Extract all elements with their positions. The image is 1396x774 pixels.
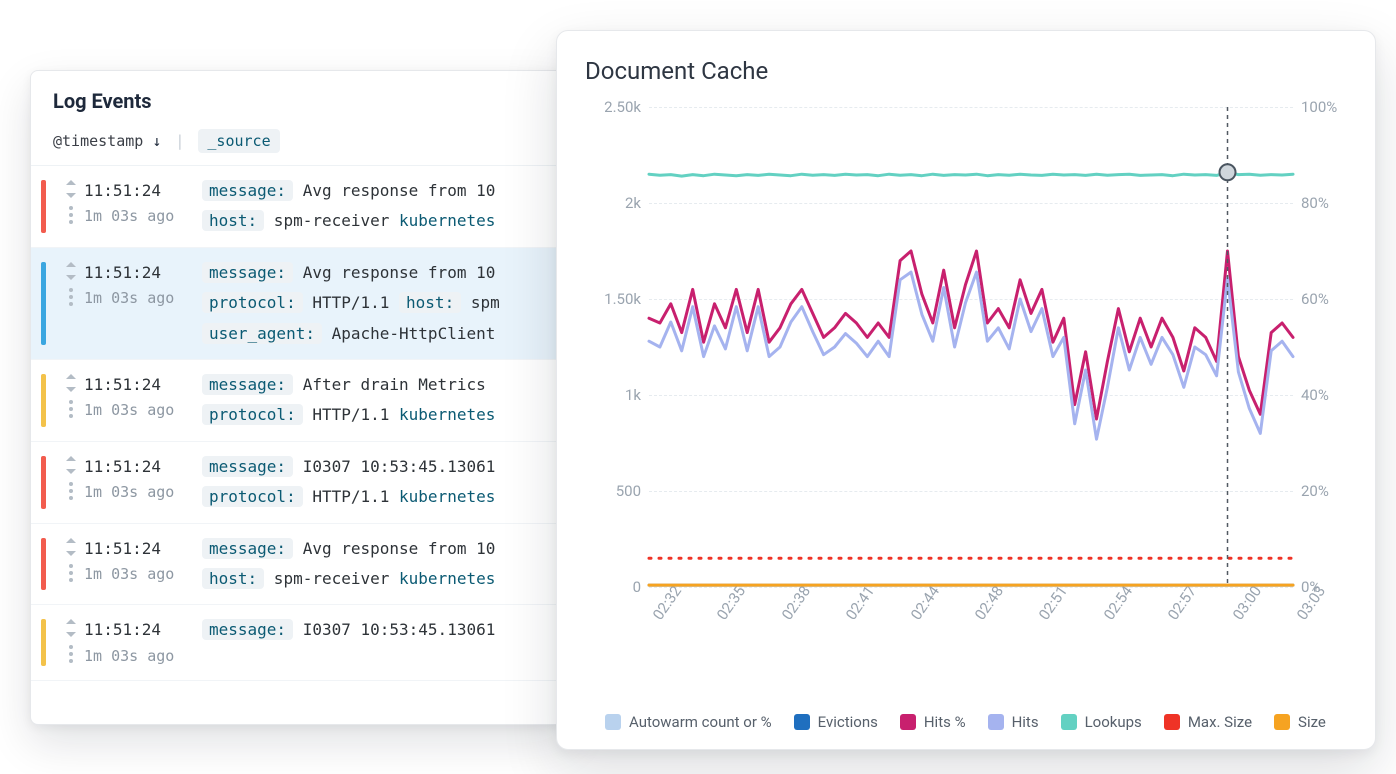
legend-item[interactable]: Hits bbox=[988, 713, 1039, 731]
log-events-column-header: @timestamp ↓ | _source bbox=[31, 121, 569, 165]
legend-item[interactable]: Evictions bbox=[794, 713, 878, 731]
kebab-menu-icon[interactable] bbox=[69, 288, 73, 306]
timestamp-column[interactable]: @timestamp ↓ bbox=[53, 132, 161, 150]
severity-bar bbox=[41, 538, 46, 591]
log-row[interactable]: 11:51:241m 03s agomessage: I0307 10:53:4… bbox=[31, 605, 569, 681]
legend-label: Size bbox=[1298, 713, 1326, 731]
field-pill[interactable]: host: bbox=[399, 292, 461, 313]
log-rows: 11:51:241m 03s agomessage: Avg response … bbox=[31, 165, 569, 681]
legend-label: Autowarm count or % bbox=[629, 713, 772, 731]
log-row[interactable]: 11:51:241m 03s agomessage: Avg response … bbox=[31, 166, 569, 248]
document-cache-panel: Document Cache 00%50020%1k40%1.50k60%2k8… bbox=[556, 30, 1376, 750]
expand-toggle-icon[interactable] bbox=[64, 619, 78, 637]
legend-label: Lookups bbox=[1085, 713, 1142, 731]
legend-item[interactable]: Hits % bbox=[900, 713, 966, 731]
row-body: message: Avg response from 10protocol: H… bbox=[202, 258, 555, 349]
field-link[interactable]: kubernetes bbox=[399, 487, 495, 506]
field-pill[interactable]: protocol: bbox=[202, 404, 303, 425]
field-pill[interactable]: message: bbox=[202, 374, 293, 395]
kebab-menu-icon[interactable] bbox=[69, 482, 73, 500]
legend-swatch bbox=[1061, 714, 1077, 730]
kebab-menu-icon[interactable] bbox=[69, 645, 73, 663]
expand-toggle-icon[interactable] bbox=[64, 262, 78, 280]
field-pill[interactable]: message: bbox=[202, 619, 293, 640]
field-pill[interactable]: message: bbox=[202, 262, 293, 283]
row-timestamp: 11:51:241m 03s ago bbox=[84, 452, 202, 513]
field-pill[interactable]: message: bbox=[202, 180, 293, 201]
field-pill[interactable]: message: bbox=[202, 538, 293, 559]
row-timestamp: 11:51:241m 03s ago bbox=[84, 370, 202, 431]
row-body: message: I0307 10:53:45.13061 bbox=[202, 615, 555, 670]
row-gutter bbox=[58, 258, 84, 349]
chart-plot-area[interactable]: 00%50020%1k40%1.50k60%2k80%2.50k100%02:3… bbox=[589, 97, 1349, 701]
legend-label: Hits % bbox=[924, 713, 966, 731]
field-link[interactable]: kubernetes bbox=[399, 211, 495, 230]
row-gutter bbox=[58, 452, 84, 513]
legend-label: Max. Size bbox=[1188, 713, 1252, 731]
severity-bar bbox=[41, 374, 46, 427]
chart-legend: Autowarm count or % Evictions Hits % Hits Lo… bbox=[585, 705, 1353, 733]
severity-bar bbox=[41, 619, 46, 666]
field-pill[interactable]: host: bbox=[202, 210, 264, 231]
severity-bar bbox=[41, 456, 46, 509]
legend-item[interactable]: Lookups bbox=[1061, 713, 1142, 731]
row-timestamp: 11:51:241m 03s ago bbox=[84, 615, 202, 670]
severity-bar bbox=[41, 180, 46, 233]
series-hits- bbox=[649, 251, 1293, 419]
legend-item[interactable]: Max. Size bbox=[1164, 713, 1252, 731]
legend-label: Evictions bbox=[818, 713, 878, 731]
log-row[interactable]: 11:51:241m 03s agomessage: I0307 10:53:4… bbox=[31, 442, 569, 524]
severity-bar bbox=[41, 262, 46, 345]
log-events-panel: Log Events @timestamp ↓ | _source 11:51:… bbox=[30, 70, 570, 725]
field-pill[interactable]: message: bbox=[202, 456, 293, 477]
series-lookups bbox=[649, 172, 1293, 176]
row-timestamp: 11:51:241m 03s ago bbox=[84, 176, 202, 237]
kebab-menu-icon[interactable] bbox=[69, 400, 73, 418]
row-body: message: Avg response from 10host: spm-r… bbox=[202, 176, 555, 237]
row-gutter bbox=[58, 615, 84, 670]
expand-toggle-icon[interactable] bbox=[64, 180, 78, 198]
row-timestamp: 11:51:241m 03s ago bbox=[84, 534, 202, 595]
sort-desc-icon: ↓ bbox=[152, 132, 161, 150]
field-pill[interactable]: protocol: bbox=[202, 486, 303, 507]
column-separator: | bbox=[175, 132, 184, 150]
expand-toggle-icon[interactable] bbox=[64, 538, 78, 556]
expand-toggle-icon[interactable] bbox=[64, 374, 78, 392]
source-column[interactable]: _source bbox=[198, 129, 279, 153]
field-link[interactable]: kubernetes bbox=[399, 569, 495, 588]
field-pill[interactable]: user_agent: bbox=[202, 323, 322, 344]
field-pill[interactable]: protocol: bbox=[202, 292, 303, 313]
legend-swatch bbox=[794, 714, 810, 730]
log-row[interactable]: 11:51:241m 03s agomessage: Avg response … bbox=[31, 524, 569, 606]
legend-swatch bbox=[900, 714, 916, 730]
legend-swatch bbox=[988, 714, 1004, 730]
row-gutter bbox=[58, 370, 84, 431]
kebab-menu-icon[interactable] bbox=[69, 206, 73, 224]
row-body: message: I0307 10:53:45.13061protocol: H… bbox=[202, 452, 555, 513]
row-timestamp: 11:51:241m 03s ago bbox=[84, 258, 202, 349]
legend-item[interactable]: Autowarm count or % bbox=[605, 713, 772, 731]
legend-swatch bbox=[1164, 714, 1180, 730]
log-row[interactable]: 11:51:241m 03s agomessage: Avg response … bbox=[31, 248, 569, 360]
row-body: message: After drain Metrics protocol: H… bbox=[202, 370, 555, 431]
chart-cursor-marker[interactable] bbox=[1220, 164, 1236, 180]
legend-label: Hits bbox=[1012, 713, 1039, 731]
row-body: message: Avg response from 10host: spm-r… bbox=[202, 534, 555, 595]
field-link[interactable]: kubernetes bbox=[399, 405, 495, 424]
kebab-menu-icon[interactable] bbox=[69, 564, 73, 582]
chart-title: Document Cache bbox=[585, 57, 1353, 85]
legend-swatch bbox=[605, 714, 621, 730]
row-gutter bbox=[58, 534, 84, 595]
row-gutter bbox=[58, 176, 84, 237]
legend-item[interactable]: Size bbox=[1274, 713, 1326, 731]
expand-toggle-icon[interactable] bbox=[64, 456, 78, 474]
log-events-title: Log Events bbox=[31, 71, 569, 121]
legend-swatch bbox=[1274, 714, 1290, 730]
chart-svg bbox=[589, 97, 1349, 657]
log-row[interactable]: 11:51:241m 03s agomessage: After drain M… bbox=[31, 360, 569, 442]
field-pill[interactable]: host: bbox=[202, 568, 264, 589]
series-hits bbox=[649, 272, 1293, 439]
